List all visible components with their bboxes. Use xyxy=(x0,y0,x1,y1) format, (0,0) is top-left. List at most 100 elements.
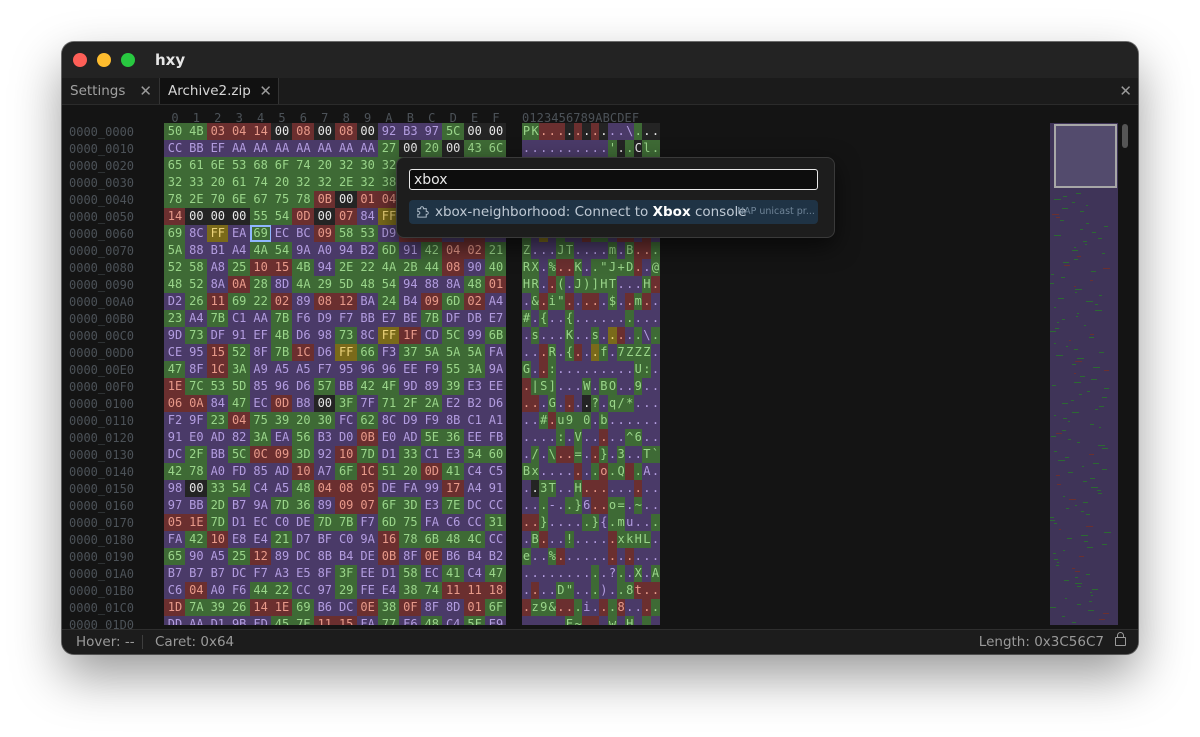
hex-byte[interactable]: 98 xyxy=(313,327,336,344)
hex-byte[interactable]: 01 xyxy=(463,599,486,616)
hex-byte[interactable]: 89 xyxy=(420,378,443,395)
hex-byte[interactable]: 20 xyxy=(271,174,293,191)
hex-byte[interactable]: A4 xyxy=(485,293,506,310)
hex-byte[interactable]: 58 xyxy=(399,565,422,582)
hex-byte[interactable]: 53 xyxy=(356,225,379,242)
hex-byte[interactable]: D6 xyxy=(292,378,315,395)
ascii-char[interactable]: . xyxy=(651,140,660,157)
close-icon[interactable]: ✕ xyxy=(139,78,152,104)
hex-byte[interactable]: 00 xyxy=(228,208,251,225)
hex-byte[interactable]: 4F xyxy=(378,378,400,395)
hex-byte[interactable]: 94 xyxy=(335,242,358,259)
hex-byte[interactable]: DC xyxy=(164,446,186,463)
hex-byte[interactable]: 18 xyxy=(485,582,506,599)
ascii-char[interactable]: . xyxy=(651,429,660,446)
hex-byte[interactable]: FB xyxy=(485,429,506,446)
hex-byte[interactable]: A5 xyxy=(271,480,293,497)
hex-byte[interactable]: 47 xyxy=(485,565,506,582)
hex-byte[interactable]: 42 xyxy=(356,378,379,395)
hex-byte[interactable]: 4A xyxy=(378,259,400,276)
hex-byte[interactable]: 9A xyxy=(292,242,315,259)
hex-byte[interactable]: 54 xyxy=(378,276,400,293)
hex-byte[interactable]: 9A xyxy=(356,531,379,548)
hex-byte[interactable]: 00 xyxy=(399,140,422,157)
hex-byte[interactable]: 85 xyxy=(249,463,272,480)
ascii-char[interactable]: . xyxy=(651,378,660,395)
hex-byte[interactable]: 4C xyxy=(463,531,486,548)
hex-byte[interactable]: 52 xyxy=(228,344,251,361)
zoom-window-button[interactable] xyxy=(121,53,135,67)
hex-byte[interactable]: 3D xyxy=(292,446,315,463)
hex-byte[interactable]: 27 xyxy=(378,140,400,157)
hex-byte[interactable]: B4 xyxy=(399,293,422,310)
hex-byte[interactable]: 15 xyxy=(206,344,229,361)
hex-byte[interactable]: 54 xyxy=(463,446,486,463)
hex-byte[interactable]: 6F xyxy=(271,157,293,174)
hex-byte[interactable]: 0D xyxy=(292,208,315,225)
hex-byte[interactable]: 0B xyxy=(356,429,379,446)
hex-byte[interactable]: 6D xyxy=(378,514,400,531)
hex-byte[interactable]: D2 xyxy=(164,293,186,310)
hex-byte[interactable]: 39 xyxy=(206,599,229,616)
hex-byte[interactable]: 00 xyxy=(185,480,208,497)
hex-byte[interactable]: 98 xyxy=(164,480,186,497)
hex-byte[interactable]: 08 xyxy=(442,259,465,276)
hex-byte[interactable]: 8F xyxy=(420,599,443,616)
hex-byte[interactable]: 7D xyxy=(206,514,229,531)
hex-byte[interactable]: 08 xyxy=(335,123,358,140)
hex-byte[interactable]: DF xyxy=(206,327,229,344)
hex-byte[interactable]: 43 xyxy=(463,140,486,157)
hex-byte[interactable]: 77 xyxy=(378,616,400,625)
hex-byte[interactable]: 8D xyxy=(442,599,465,616)
hex-byte[interactable]: 8C xyxy=(185,225,208,242)
hex-byte[interactable]: 10 xyxy=(206,531,229,548)
hex-byte[interactable]: 7F xyxy=(356,395,379,412)
hex-byte[interactable]: DD xyxy=(164,616,186,625)
hex-byte[interactable]: 7E xyxy=(442,497,465,514)
hex-byte[interactable]: 26 xyxy=(228,599,251,616)
hex-byte[interactable]: BC xyxy=(292,225,315,242)
hex-byte[interactable]: DC xyxy=(228,565,251,582)
hex-byte[interactable]: 54 xyxy=(271,242,293,259)
hex-byte[interactable]: 78 xyxy=(164,191,186,208)
hex-byte[interactable]: 37 xyxy=(399,344,422,361)
tab-archive2-zip[interactable]: Archive2.zip ✕ xyxy=(159,78,279,104)
hex-byte[interactable]: 97 xyxy=(313,582,336,599)
hex-byte[interactable]: AA xyxy=(335,140,358,157)
minimap[interactable] xyxy=(1050,123,1118,625)
hex-byte[interactable]: B8 xyxy=(292,395,315,412)
hex-byte[interactable]: 47 xyxy=(164,361,186,378)
hex-byte[interactable]: 0B xyxy=(313,191,336,208)
hex-byte[interactable]: 1C xyxy=(206,361,229,378)
hex-byte[interactable]: 02 xyxy=(463,293,486,310)
hex-byte[interactable]: D6 xyxy=(485,395,506,412)
hex-byte[interactable]: B3 xyxy=(399,123,422,140)
command-search-input[interactable] xyxy=(409,169,818,190)
hex-byte[interactable]: BE xyxy=(399,310,422,327)
hex-byte[interactable]: 54 xyxy=(271,208,293,225)
hex-byte[interactable]: 74 xyxy=(420,582,443,599)
hex-byte[interactable]: F6 xyxy=(292,310,315,327)
hex-byte[interactable]: 8F xyxy=(399,548,422,565)
hex-byte[interactable]: B6 xyxy=(442,548,465,565)
hex-byte[interactable]: 97 xyxy=(164,497,186,514)
hex-byte[interactable]: 0F xyxy=(399,599,422,616)
hex-byte[interactable]: FC xyxy=(335,412,358,429)
hex-byte[interactable]: 48 xyxy=(442,531,465,548)
hex-byte[interactable]: 6E xyxy=(206,157,229,174)
hex-byte[interactable]: 8B xyxy=(442,412,465,429)
hex-byte[interactable]: F2 xyxy=(164,412,186,429)
hex-byte[interactable]: 55 xyxy=(249,208,272,225)
hex-byte[interactable]: EC xyxy=(249,395,272,412)
hex-byte[interactable]: 41 xyxy=(442,463,465,480)
hex-byte[interactable]: DE xyxy=(292,514,315,531)
tab-settings[interactable]: Settings ✕ xyxy=(62,78,158,104)
hex-byte[interactable]: EA xyxy=(271,429,293,446)
hex-byte[interactable]: DF xyxy=(442,310,465,327)
hex-byte[interactable]: EF xyxy=(249,327,272,344)
hex-byte[interactable]: BB xyxy=(335,378,358,395)
hex-byte[interactable]: 78 xyxy=(399,531,422,548)
hex-byte[interactable]: E9 xyxy=(485,616,506,625)
hex-byte[interactable]: 14 xyxy=(249,123,272,140)
hex-byte[interactable]: E0 xyxy=(185,429,208,446)
